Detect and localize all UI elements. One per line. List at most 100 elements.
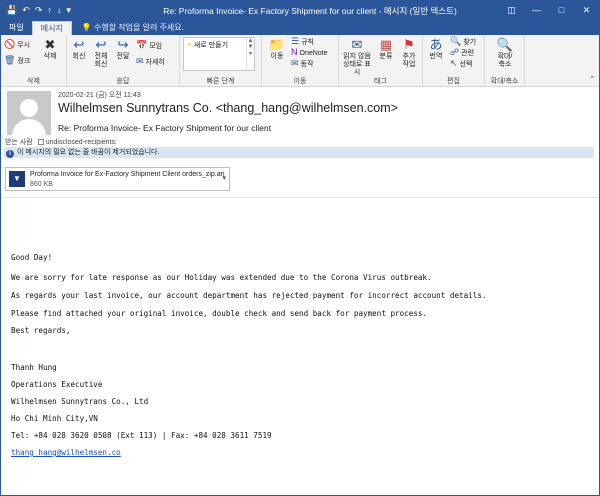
zoom-icon: 🔍 [496,37,514,52]
attachment-name: Proforma Invoice for Ex-Factory Shipment… [30,171,225,178]
customize-icon[interactable]: ▾ [66,6,71,15]
select-button[interactable]: ↖ 선택 [450,59,472,69]
rules-icon: ☰ [291,36,300,46]
respond-group-label: 응답 [116,78,130,85]
translate-button[interactable]: あ 번역 [425,38,447,61]
body-greeting: Good Day! [11,253,53,262]
sent-date: 2020-02-21 (금) 오전 11:43 [58,92,141,99]
categorize-button[interactable]: ▦ 분류 [376,38,396,61]
restore-down-icon[interactable]: ◫ [499,5,524,16]
move-group: 📁 이동 ☰ 규칙 N OneNote ✉ 동작 이동 [262,35,339,87]
recipients-row: 받는 사람 undisclosed-recipients: [5,137,117,147]
info-icon: i [6,150,14,158]
actions-icon: ✉ [291,58,299,68]
onenote-button[interactable]: N OneNote [291,48,328,58]
reply-icon: ↩ [73,37,85,52]
attachment-dropdown-icon[interactable]: ▾ [222,174,226,182]
quick-access-toolbar: 💾 ↶ ↷ ↑ ↓ ▾ [1,6,121,15]
forward-button[interactable]: ↪ 전달 [113,38,133,61]
close-icon[interactable]: ✕ [574,5,599,16]
move-button[interactable]: 📁 이동 [265,38,289,61]
delete-group: 🚫 무시 🗑 정크 ✖ 삭제 삭제 [1,35,67,87]
sender[interactable]: Wilhelmsen Sunnytrans Co. <thang_hang@wi… [58,101,398,115]
move-group-label: 이동 [293,78,307,85]
envelope-icon: ✉ [351,37,363,52]
tab-message[interactable]: 메시지 [31,21,72,35]
signature-city: Ho Chi Minh City,VN [11,414,98,423]
quick-steps-group: ⚡ 새로 만들기 ▲ ▼ ▾ 빠른 단계 [180,35,262,87]
reply-all-button[interactable]: ↩ 전체 회신 [91,38,111,69]
actions-button[interactable]: ✉ 동작 [291,59,313,69]
title-bar: 💾 ↶ ↷ ↑ ↓ ▾ Re: Proforma Invoice- Ex Fac… [1,1,599,20]
tags-group-label: 태그 [374,78,387,85]
attachment-item[interactable]: ▼ Proforma Invoice for Ex-Factory Shipme… [5,167,230,191]
avatar [7,91,51,135]
rules-button[interactable]: ☰ 규칙 [291,37,314,47]
meeting-button[interactable]: 📅 모임 [136,41,162,51]
ribbon-tabs: 파일 메시지 💡 수행할 작업을 알려 주세요. [1,20,599,35]
related-icon: ☍ [450,47,460,57]
signature-email-link[interactable]: thang_hang@wilhelmsen.co [11,448,121,457]
body-paragraph: We are sorry for late response as our Ho… [11,273,432,282]
minimize-icon[interactable]: — [524,5,549,16]
info-bar[interactable]: i이 메시지의 필요 없는 줄 바꿈이 제거되었습니다. [4,147,594,158]
select-icon: ↖ [450,58,458,68]
delete-icon: ✖ [44,37,56,52]
recipient-icon [37,139,44,145]
tell-me-box[interactable]: 💡 수행할 작업을 알려 주세요. [82,21,184,35]
signature-phone: Tel: +84 028 3620 0508 (Ext 113) | Fax: … [11,431,272,440]
find-button[interactable]: 🔍 찾기 [450,37,476,47]
onenote-icon: N [291,47,298,57]
avatar-body [12,119,46,135]
ignore-button[interactable]: 🚫 무시 [4,40,30,50]
reply-button[interactable]: ↩ 회신 [69,38,89,61]
header-separator [1,197,599,198]
categorize-icon: ▦ [379,37,393,52]
flag-icon: ⚑ [403,37,415,52]
find-icon: 🔍 [450,36,462,46]
window-title: Re: Proforma Invoice- Ex Factory Shipmen… [163,5,457,16]
zoom-group: 🔍 확대/축소 확대/축소 [485,35,525,87]
undo-icon[interactable]: ↶ [22,6,30,15]
up-icon[interactable]: ↑ [47,6,52,15]
signature-name: Thanh Hung [11,363,57,372]
to-label: 받는 사람 [5,139,33,146]
body-closing: Best regards, [11,326,71,335]
quick-steps-group-label: 빠른 단계 [206,78,235,85]
calendar-icon: 📅 [136,40,148,50]
maximize-icon[interactable]: □ [549,5,574,16]
tags-group: ✉ 읽지 않음 상태로 표시 ▦ 분류 ⚑ 추가 작업 태그 [339,35,423,87]
tab-file[interactable]: 파일 [1,21,32,35]
quick-steps-gallery[interactable]: ⚡ 새로 만들기 ▲ ▼ ▾ [183,37,255,71]
attachment-size: 860 KB [30,181,53,188]
respond-group: ↩ 회신 ↩ 전체 회신 ↪ 전달 📅 모임 ✉ 자세히 응답 [67,35,180,87]
redo-icon[interactable]: ↷ [35,6,43,15]
tell-me-text: 수행할 작업을 알려 주세요. [94,23,184,32]
zoom-button[interactable]: 🔍 확대/축소 [491,38,519,69]
delete-group-label: 삭제 [27,78,40,85]
related-button[interactable]: ☍ 관련 [450,48,474,58]
avatar-head [20,99,38,117]
save-icon[interactable]: 💾 [6,6,17,15]
gallery-scroll[interactable]: ▲ ▼ ▾ [246,38,254,70]
translate-icon: あ [429,37,443,52]
mark-unread-button[interactable]: ✉ 읽지 않음 상태로 표시 [340,38,374,77]
editing-group: あ 번역 🔍 찾기 ☍ 관련 ↖ 선택 편집 [423,35,485,87]
delete-button[interactable]: ✖ 삭제 [37,38,63,61]
quick-step-new-icon: ⚡ [187,42,192,49]
junk-button[interactable]: 🗑 정크 [4,56,30,66]
message-header: 2020-02-21 (금) 오전 11:43 Wilhelmsen Sunny… [1,88,599,160]
more-icon: ✉ [136,56,144,66]
outlook-message-window: 💾 ↶ ↷ ↑ ↓ ▾ Re: Proforma Invoice- Ex Fac… [0,0,600,496]
collapse-ribbon-icon[interactable]: ⌃ [589,76,595,84]
forward-icon: ↪ [117,37,129,52]
reply-all-icon: ↩ [95,37,107,52]
quick-step-new[interactable]: 새로 만들기 [194,42,228,49]
to-value[interactable]: undisclosed-recipients: [46,139,117,146]
more-respond-button[interactable]: ✉ 자세히 [136,57,165,67]
down-icon[interactable]: ↓ [57,6,62,15]
signature-title: Operations Executive [11,380,103,389]
follow-up-button[interactable]: ⚑ 추가 작업 [398,38,420,69]
junk-icon: 🗑 [4,55,16,65]
ribbon: 🚫 무시 🗑 정크 ✖ 삭제 삭제 ↩ 회신 ↩ 전체 회신 ↪ 전달 📅 모임 ✉ 자세히 응답… [1,35,599,87]
